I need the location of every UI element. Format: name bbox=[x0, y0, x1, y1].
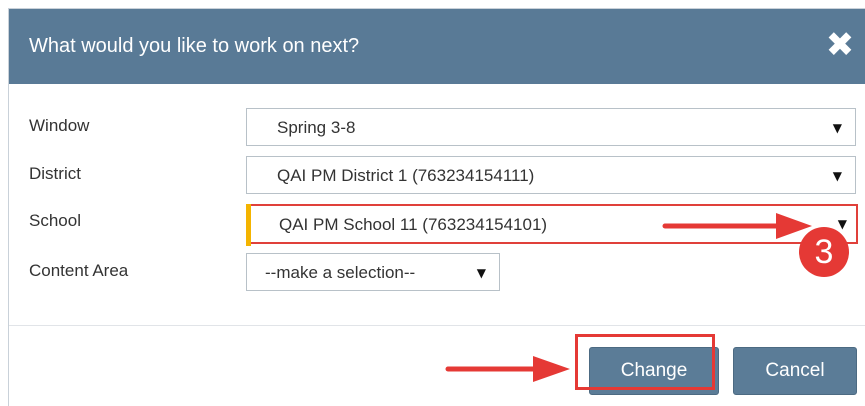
step-number-badge: 3 bbox=[799, 227, 849, 277]
dropdown-arrow-icon: ▼ bbox=[832, 121, 842, 135]
window-select-value: Spring 3-8 bbox=[277, 118, 356, 137]
close-icon[interactable]: ✖ bbox=[824, 28, 856, 62]
school-select[interactable]: QAI PM School 11 (763234154101) ▼ bbox=[246, 204, 858, 246]
district-label: District bbox=[29, 164, 81, 183]
window-label: Window bbox=[29, 116, 90, 135]
dropdown-arrow-icon: ▼ bbox=[476, 266, 486, 280]
content-area-select-value: --make a selection-- bbox=[265, 263, 416, 282]
dialog-header: What would you like to work on next? ✖ bbox=[9, 9, 865, 84]
school-select-value: QAI PM School 11 (763234154101) bbox=[279, 215, 548, 234]
content-area-select[interactable]: --make a selection-- ▼ bbox=[246, 253, 500, 291]
footer-divider bbox=[9, 325, 865, 326]
content-area-label: Content Area bbox=[29, 261, 129, 280]
dropdown-arrow-icon: ▼ bbox=[832, 169, 842, 183]
cancel-button[interactable]: Cancel bbox=[733, 347, 857, 395]
dropdown-arrow-icon: ▼ bbox=[837, 217, 847, 231]
district-select[interactable]: QAI PM District 1 (763234154111) ▼ bbox=[246, 156, 856, 194]
page: What would you like to work on next? ✖ W… bbox=[0, 0, 865, 406]
dialog-title: What would you like to work on next? bbox=[29, 35, 360, 57]
change-button[interactable]: Change bbox=[589, 347, 719, 395]
district-select-value: QAI PM District 1 (763234154111) bbox=[277, 166, 535, 185]
work-on-next-dialog: What would you like to work on next? ✖ W… bbox=[8, 8, 865, 406]
school-label: School bbox=[29, 211, 81, 230]
window-select[interactable]: Spring 3-8 ▼ bbox=[246, 108, 856, 146]
